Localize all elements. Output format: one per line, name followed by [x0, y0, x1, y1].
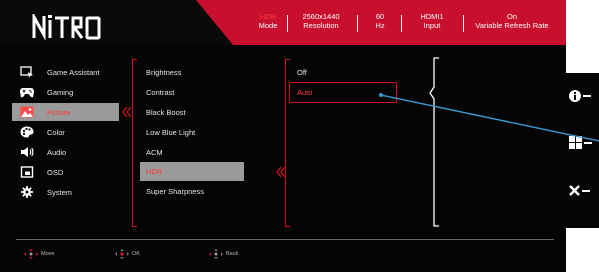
pointer-callout-line — [379, 93, 599, 142]
